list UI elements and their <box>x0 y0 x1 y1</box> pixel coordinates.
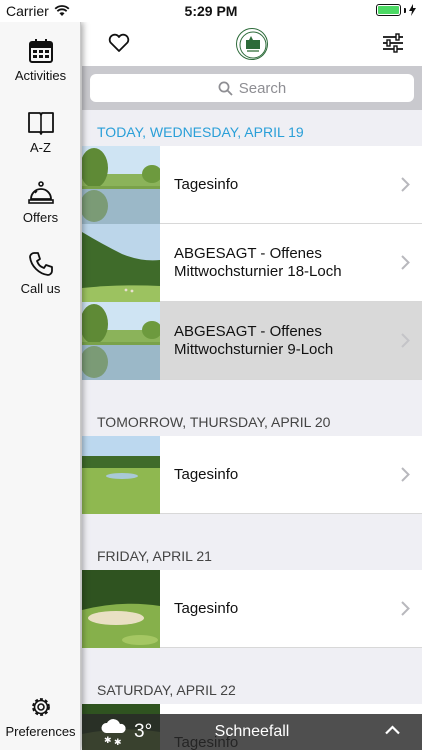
list-item[interactable]: ABGESAGT - Offenes Mittwochsturnier 18-L… <box>82 224 422 302</box>
main-panel: Search TODAY, WEDNESDAY, APRIL 19 Tagesi… <box>82 22 422 750</box>
sidebar-item-label: Call us <box>20 281 61 296</box>
list-item[interactable]: Tagesinfo <box>82 436 422 514</box>
chevron-up-icon[interactable] <box>385 725 400 735</box>
sidebar-item-call-us[interactable]: Call us <box>0 251 81 296</box>
list-item-title: Tagesinfo <box>174 176 239 193</box>
sidebar-nav: Activities A-Z Offers Call us Preference… <box>0 22 81 750</box>
weather-bar[interactable]: ✱ ✱ 3° Schneefall <box>82 714 422 750</box>
search-input[interactable]: Search <box>90 74 414 102</box>
logo-emblem <box>239 31 267 59</box>
battery-icon <box>376 4 401 16</box>
chevron-right-icon <box>401 467 410 482</box>
filter-sliders-icon[interactable] <box>382 33 404 53</box>
sidebar-item-a-z[interactable]: A-Z <box>0 110 81 155</box>
section-header-today: TODAY, WEDNESDAY, APRIL 19 <box>82 110 422 146</box>
search-bar: Search <box>82 66 422 110</box>
list-item-title: Tagesinfo <box>174 466 239 483</box>
section-header-friday: FRIDAY, APRIL 21 <box>82 534 422 570</box>
status-bar: Carrier 5:29 PM <box>0 0 422 22</box>
golf-course-thumbnail <box>82 436 160 514</box>
heart-icon[interactable] <box>108 33 130 53</box>
top-navigation-bar <box>82 22 422 66</box>
search-placeholder: Search <box>238 79 287 97</box>
chevron-right-icon <box>401 255 410 270</box>
golf-course-thumbnail <box>82 570 160 648</box>
golf-course-thumbnail <box>82 302 160 380</box>
chevron-right-icon <box>401 333 410 348</box>
list-item[interactable]: Tagesinfo <box>82 146 422 224</box>
status-time: 5:29 PM <box>184 3 238 19</box>
section-spacer <box>82 514 422 534</box>
list-item-selected[interactable]: ABGESAGT - Offenes Mittwochsturnier 9-Lo… <box>82 302 422 380</box>
club-logo <box>236 28 268 60</box>
status-right <box>376 4 416 16</box>
weather-description: Schneefall <box>214 723 290 740</box>
golf-course-thumbnail <box>82 146 160 224</box>
sidebar-item-offers[interactable]: Offers <box>0 180 81 225</box>
gear-icon <box>31 698 50 716</box>
sidebar-item-preferences[interactable]: Preferences <box>0 694 81 739</box>
book-icon <box>27 112 54 135</box>
phone-icon <box>28 252 53 276</box>
service-bell-icon <box>27 181 54 204</box>
list-item-title: Tagesinfo <box>174 600 239 617</box>
charging-bolt-icon <box>409 4 416 16</box>
sidebar-item-label: Offers <box>22 210 59 225</box>
list-item[interactable]: Tagesinfo <box>82 570 422 648</box>
sidebar-item-label: A-Z <box>30 140 51 155</box>
sidebar-item-label: Preferences <box>5 724 76 739</box>
section-header-tomorrow: TOMORROW, THURSDAY, APRIL 20 <box>82 400 422 436</box>
sidebar-item-activities[interactable]: Activities <box>0 38 81 83</box>
sidebar-item-label: Activities <box>14 68 67 83</box>
section-spacer <box>82 648 422 668</box>
golf-course-thumbnail <box>82 224 160 302</box>
chevron-right-icon <box>401 177 410 192</box>
section-header-saturday: SATURDAY, APRIL 22 <box>82 668 422 704</box>
list-item-title: ABGESAGT - Offenes Mittwochsturnier 9-Lo… <box>174 323 334 358</box>
section-spacer <box>82 380 422 400</box>
list-item-title: ABGESAGT - Offenes Mittwochsturnier 18-L… <box>174 245 342 280</box>
activity-list: TODAY, WEDNESDAY, APRIL 19 Tagesinfo ABG… <box>82 110 422 750</box>
search-icon <box>218 81 233 96</box>
battery-tip <box>404 7 406 13</box>
chevron-right-icon <box>401 601 410 616</box>
calendar-icon <box>28 39 53 63</box>
